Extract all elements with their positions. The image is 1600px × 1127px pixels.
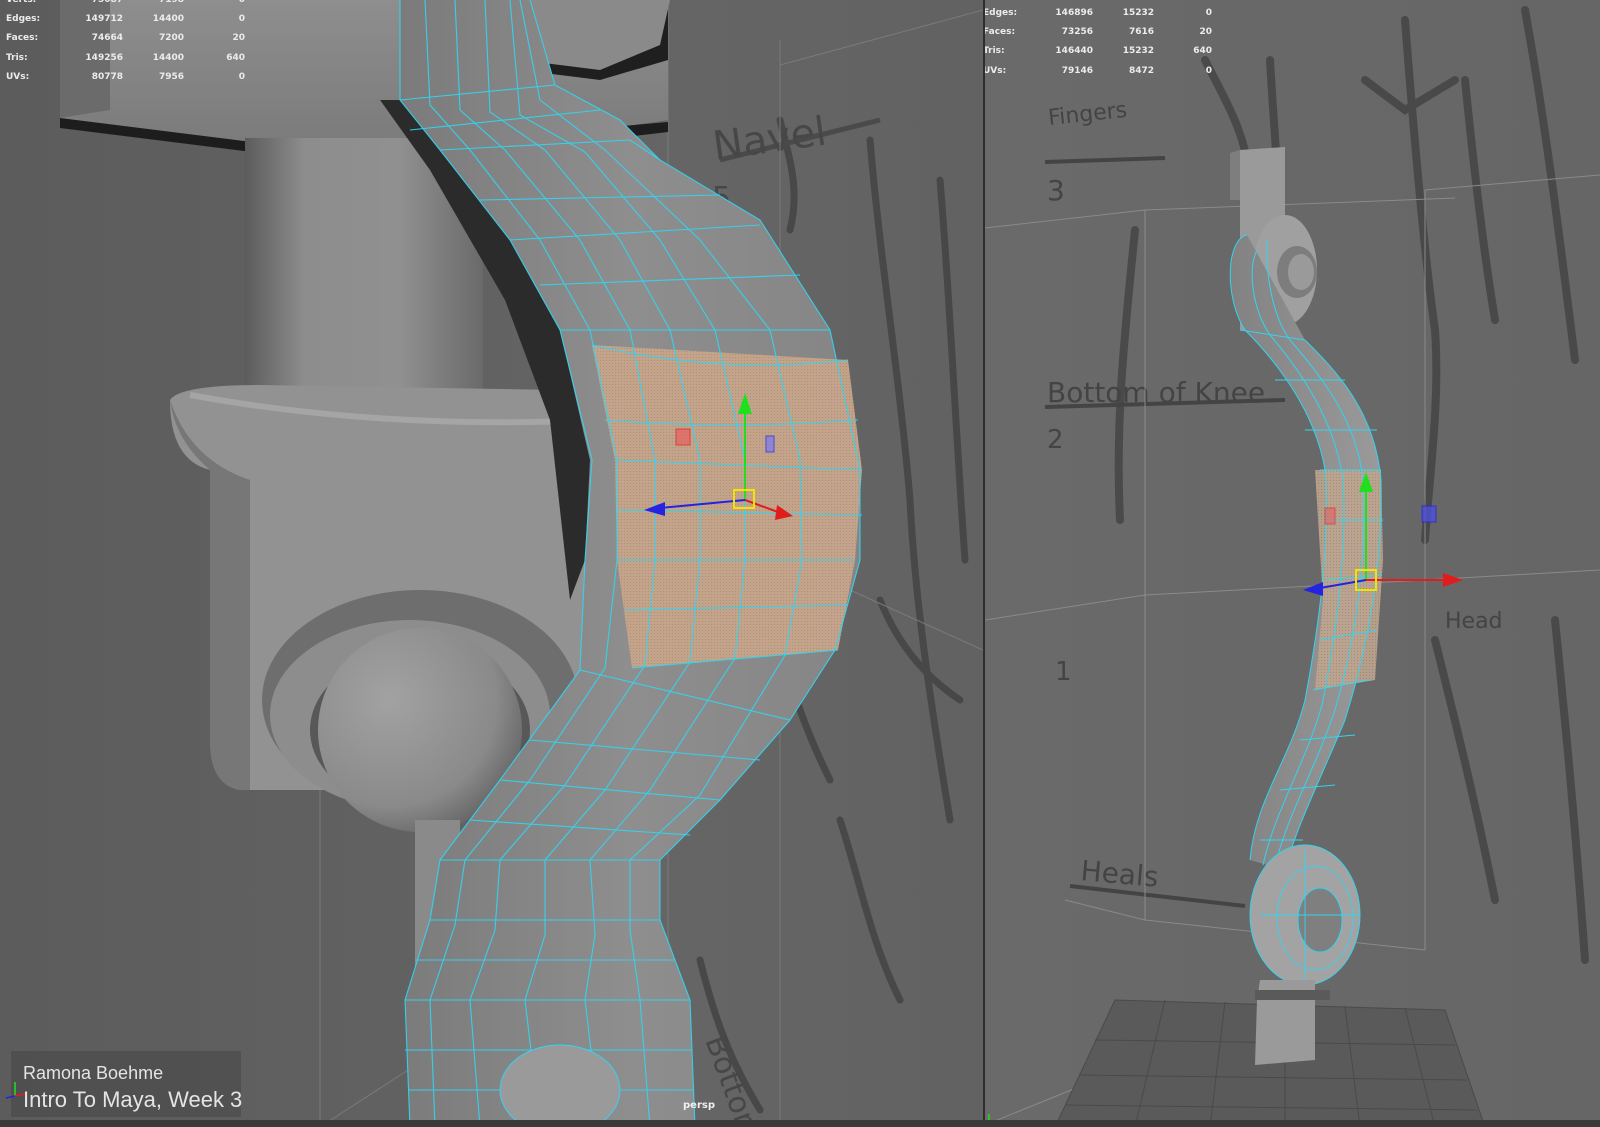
viewport-scene-left: Navel 5 Bottom [0, 0, 983, 1127]
hud-value: 0 [238, 71, 245, 82]
hud-value: 15232 [1122, 46, 1154, 57]
hud-value: 14400 [152, 14, 184, 25]
hud-value: 640 [226, 52, 245, 63]
camera-label: persp [683, 1100, 715, 1111]
hud-row: Edges: 146896 15232 0 [985, 4, 1212, 23]
hud-label: Edges: [6, 14, 41, 25]
hud-row: Tris: 149256 14400 640 [6, 49, 245, 68]
hud-value: 80778 [91, 71, 123, 82]
image-plane-head-text: Head [1445, 609, 1503, 634]
hud-value: 149256 [85, 52, 123, 63]
hud-label: Verts: [6, 0, 37, 5]
image-plane-three-text: 3 [1047, 174, 1065, 207]
hud-value: 146440 [1055, 46, 1093, 57]
hud-row: Tris: 146440 15232 640 [985, 42, 1212, 61]
hud-value: 73256 [1061, 27, 1093, 38]
hud-value: 75087 [91, 0, 123, 5]
hud-value: 0 [1205, 8, 1212, 18]
hud-value: 7616 [1128, 27, 1154, 38]
hud-row: Verts: 75087 7198 0 [6, 0, 245, 10]
hud-row: UVs: 80778 7956 0 [6, 68, 245, 87]
viewport-bottom-border [0, 1120, 1600, 1127]
hud-value: 7200 [158, 33, 184, 44]
hud-value: 20 [1199, 27, 1212, 38]
hud-value: 0 [238, 0, 245, 5]
hud-value: 640 [1193, 46, 1212, 57]
hud-value: 8472 [1128, 65, 1154, 76]
hud-row: Edges: 149712 14400 0 [6, 10, 245, 29]
hud-value: 74664 [91, 33, 123, 44]
hud-label: UVs: [985, 65, 1007, 76]
hud-label: Faces: [6, 33, 39, 44]
hud-value: 7198 [158, 0, 184, 5]
viewport-scene-right: Fingers 3 Bottom of Knee 2 Head 1 Heals [985, 0, 1600, 1127]
hud-row: Faces: 74664 7200 20 [6, 29, 245, 48]
poly-count-hud-right: Edges: 146896 15232 0 Faces: 73256 7616 20 Tri… [985, 4, 1212, 81]
perspective-viewport-left[interactable]: Navel 5 Bottom [0, 0, 983, 1127]
xyz-axis-icon [5, 1082, 26, 1099]
hud-value: 79146 [1061, 65, 1093, 76]
hud-value: 7956 [158, 71, 184, 82]
hud-value: 146896 [1055, 8, 1093, 18]
credit-author: Ramona Boehme [23, 1063, 164, 1083]
hud-label: UVs: [6, 71, 30, 82]
hud-label: Tris: [985, 46, 1005, 57]
hud-label: Edges: [985, 8, 1018, 18]
perspective-viewport-right[interactable]: Fingers 3 Bottom of Knee 2 Head 1 Heals [985, 0, 1600, 1127]
poly-count-hud-left: Verts: 75087 7198 0 Edges: 149712 14400 0 Face… [6, 0, 245, 87]
hud-value: 0 [238, 14, 245, 25]
image-plane-two-text: 2 [1047, 425, 1064, 455]
hud-label: Faces: [985, 27, 1016, 38]
hud-row: UVs: 79146 8472 0 [985, 62, 1212, 81]
hud-label: Tris: [6, 52, 28, 63]
credit-overlay: Ramona Boehme Intro To Maya, Week 3 [11, 1051, 243, 1117]
image-plane-one-text: 1 [1055, 657, 1072, 687]
credit-course: Intro To Maya, Week 3 [23, 1087, 243, 1112]
hud-value: 15232 [1122, 8, 1154, 18]
hud-value: 0 [1205, 65, 1212, 76]
hud-value: 149712 [85, 14, 123, 25]
image-plane-knee-text: Bottom of Knee [1047, 376, 1265, 409]
image-plane-heals-text: Heals [1079, 854, 1159, 894]
hud-value: 20 [232, 33, 245, 44]
hud-value: 14400 [152, 52, 184, 63]
hud-row: Faces: 73256 7616 20 [985, 23, 1212, 42]
